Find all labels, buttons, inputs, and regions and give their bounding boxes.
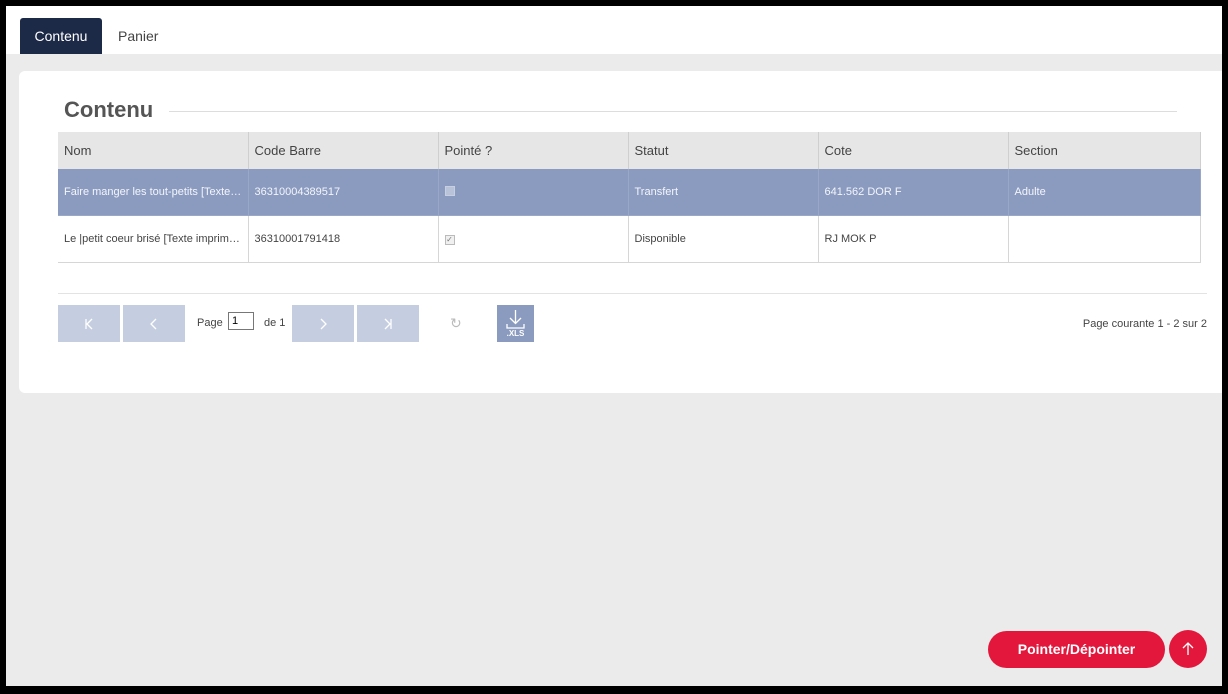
first-page-icon	[85, 318, 93, 330]
page-number-input[interactable]	[228, 312, 254, 330]
pointe-checkbox[interactable]: ✓	[444, 235, 455, 245]
tab-panier[interactable]: Panier	[118, 18, 158, 54]
cell-section: Adulte	[1008, 169, 1201, 216]
cell-nom: Faire manger les tout-petits [Texte impr…	[58, 169, 249, 216]
next-page-button[interactable]	[292, 305, 354, 342]
section-title: Contenu	[64, 97, 154, 122]
last-page-icon	[384, 318, 392, 330]
last-page-button[interactable]	[357, 305, 419, 342]
export-xls-button[interactable]: .XLS	[497, 305, 534, 342]
pointer-depointer-button[interactable]: Pointer/Dépointer	[988, 631, 1165, 668]
cell-code-barre: 36310001791418	[248, 215, 439, 263]
previous-page-button[interactable]	[123, 305, 185, 342]
pager: Page de 1 ↻ .XLS Page courante 1 - 2 sur…	[58, 305, 1207, 345]
cell-statut: Disponible	[628, 215, 819, 263]
cell-section	[1008, 215, 1201, 263]
cell-statut: Transfert	[628, 169, 819, 216]
column-header-nom[interactable]: Nom	[58, 132, 249, 169]
cell-cote: 641.562 DOR F	[818, 169, 1009, 216]
pager-divider	[58, 293, 1207, 294]
table-header-row: Nom Code Barre Pointé ? Statut Cote Sect…	[58, 132, 1201, 169]
cell-pointe	[438, 169, 629, 216]
section-title-divider	[169, 111, 1177, 112]
table-row[interactable]: Faire manger les tout-petits [Texte impr…	[58, 169, 1201, 216]
refresh-icon[interactable]: ↻	[450, 315, 462, 332]
cell-code-barre: 36310004389517	[248, 169, 439, 216]
column-header-pointe[interactable]: Pointé ?	[438, 132, 629, 169]
page-count-label: de 1	[264, 317, 286, 329]
cell-pointe: ✓	[438, 215, 629, 263]
page-label: Page	[197, 317, 223, 329]
app-viewport: Contenu Panier Contenu Nom Code Barre Po…	[6, 6, 1222, 686]
arrow-up-icon	[1182, 642, 1194, 655]
cell-nom: Le |petit coeur brisé [Texte imprimé] / …	[58, 215, 249, 263]
xls-label: .XLS	[506, 329, 525, 338]
tab-bar: Contenu Panier	[6, 6, 1222, 54]
scroll-top-button[interactable]	[1169, 630, 1207, 668]
column-header-section[interactable]: Section	[1008, 132, 1201, 169]
tab-contenu[interactable]: Contenu	[20, 18, 102, 54]
first-page-button[interactable]	[58, 305, 120, 342]
chevron-left-icon	[150, 318, 157, 330]
content-table: Nom Code Barre Pointé ? Statut Cote Sect…	[58, 132, 1201, 263]
column-header-statut[interactable]: Statut	[628, 132, 819, 169]
cell-cote: RJ MOK P	[818, 215, 1009, 263]
column-header-cote[interactable]: Cote	[818, 132, 1009, 169]
pointe-checkbox[interactable]	[444, 185, 455, 196]
content-card: Contenu Nom Code Barre Pointé ? Statut C…	[19, 71, 1222, 393]
column-header-code-barre[interactable]: Code Barre	[248, 132, 439, 169]
chevron-right-icon	[320, 318, 327, 330]
table-row[interactable]: Le |petit coeur brisé [Texte imprimé] / …	[58, 215, 1201, 263]
page-info: Page courante 1 - 2 sur 2	[1082, 318, 1207, 330]
